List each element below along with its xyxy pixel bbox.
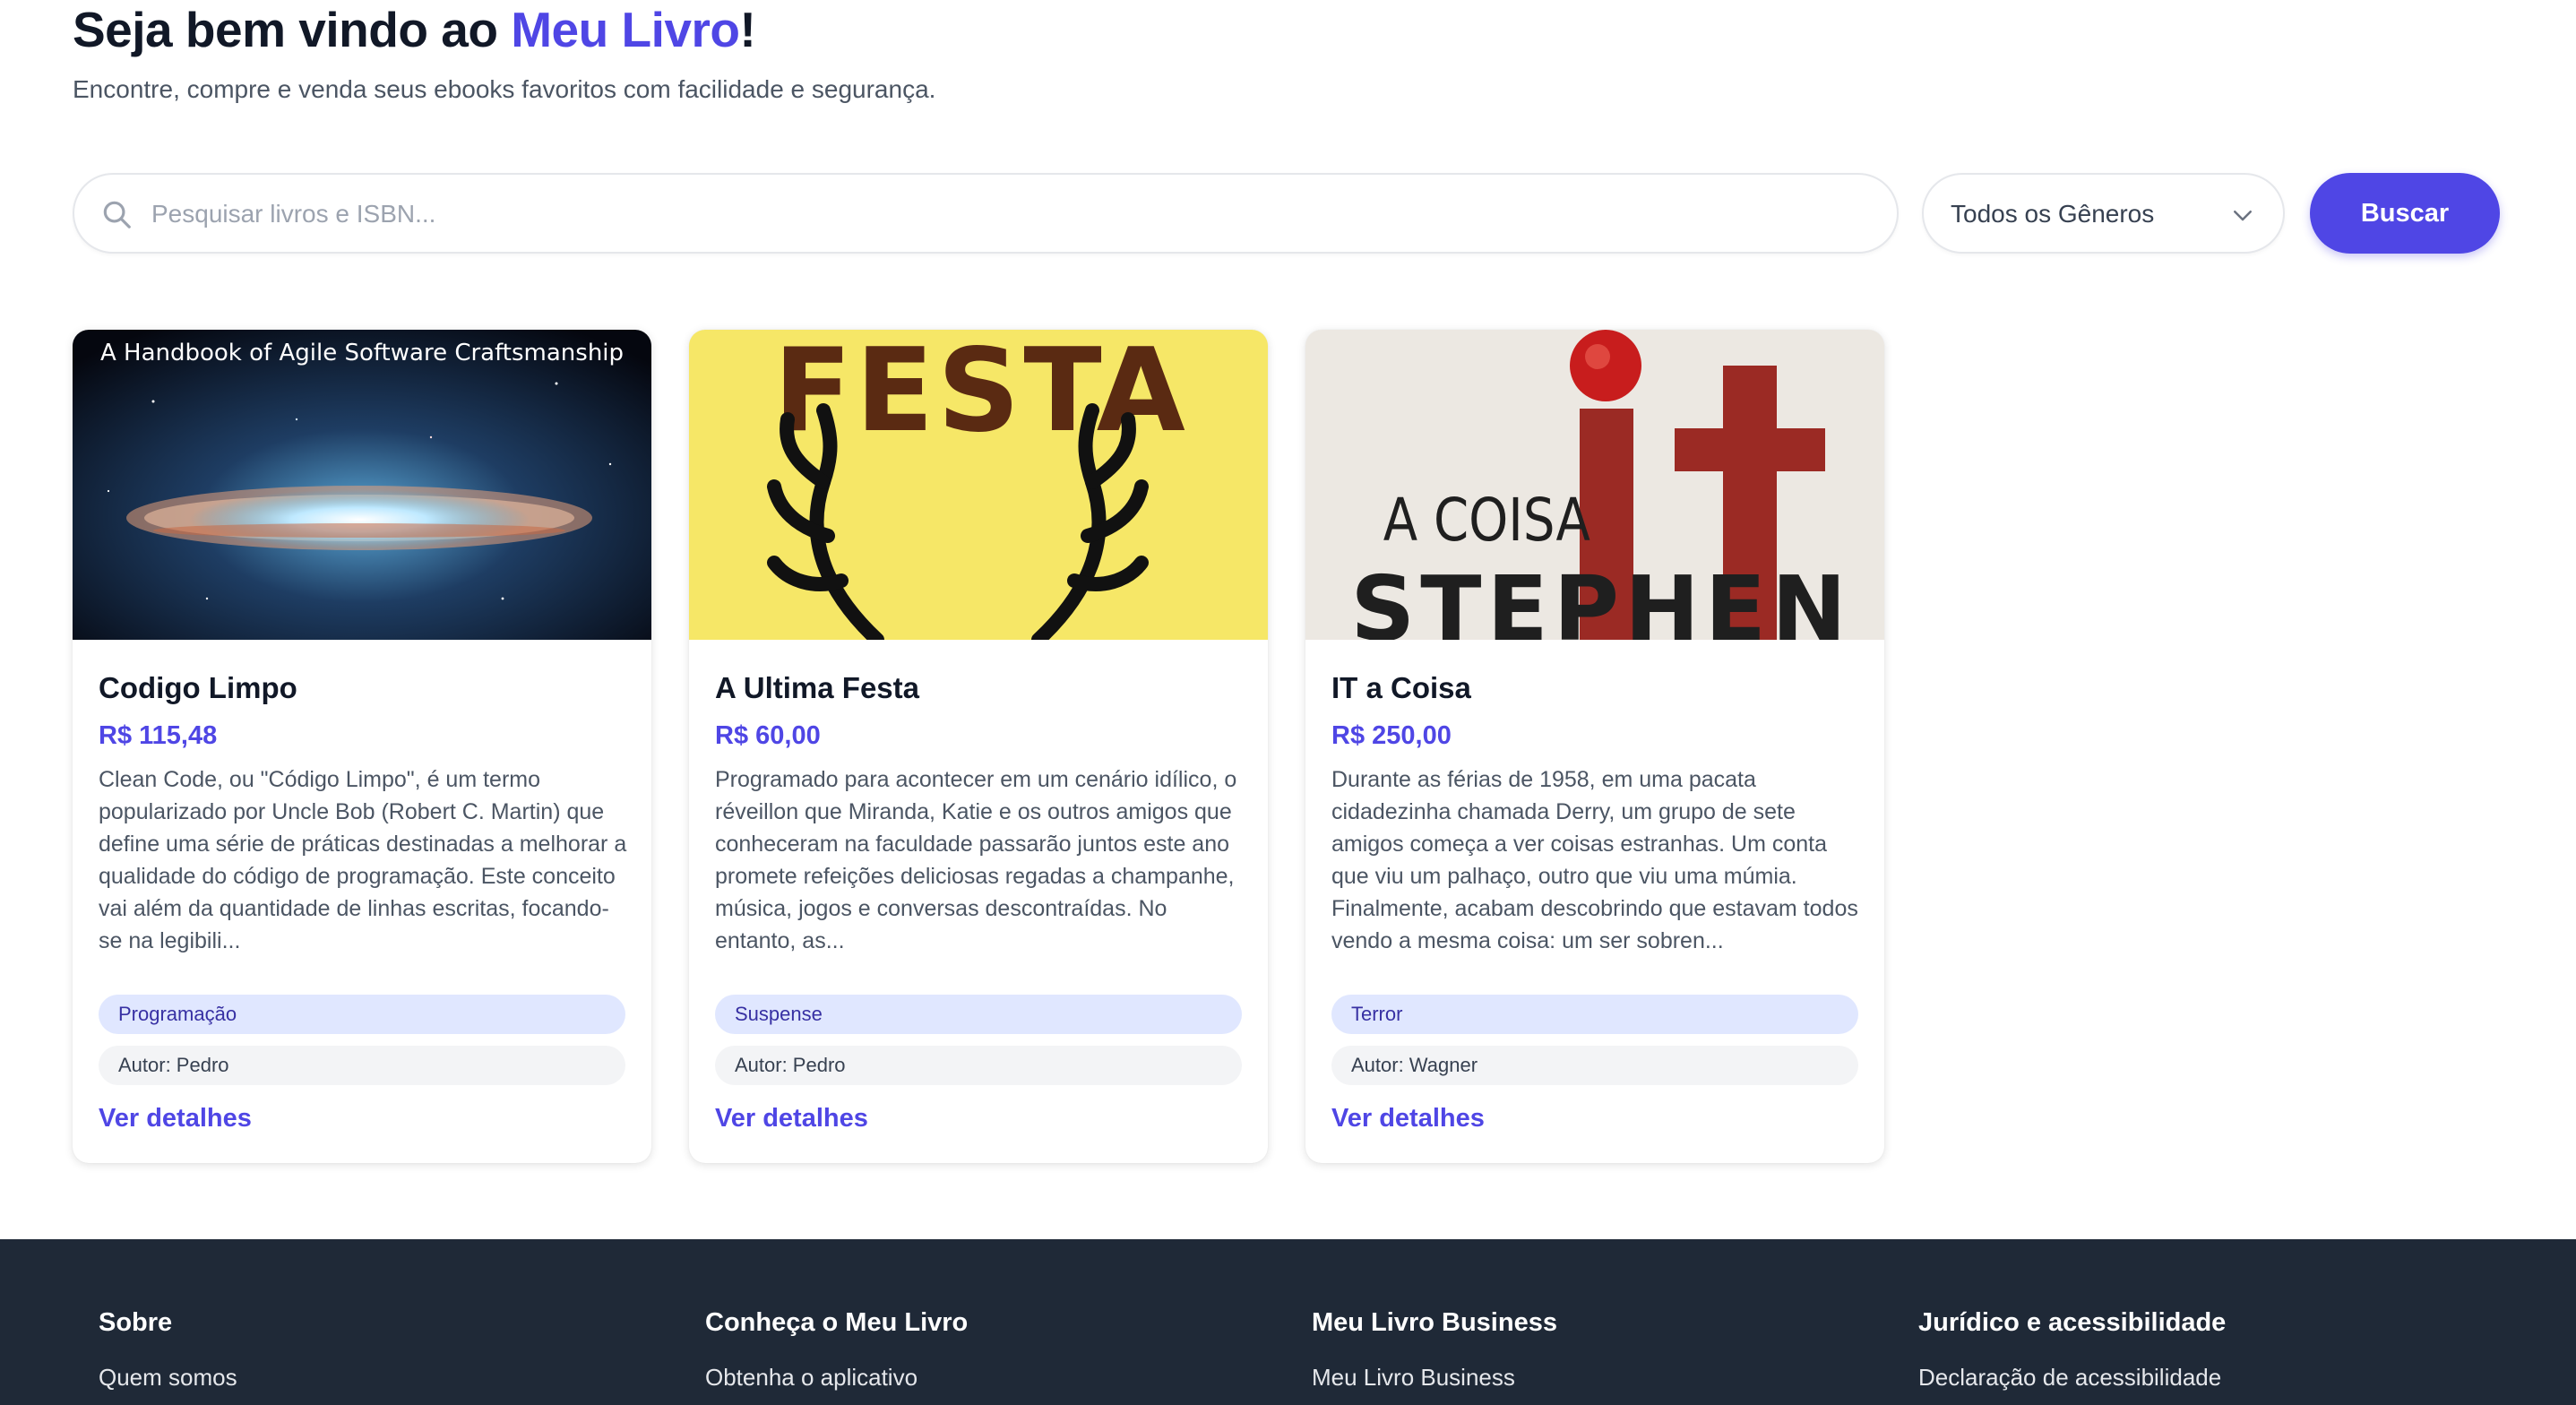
book-price: R$ 60,00 [715,721,821,750]
footer-column-sobre: Sobre Quem somos [99,1306,237,1392]
search-box[interactable] [73,173,1899,254]
footer-column-business: Meu Livro Business Meu Livro Business [1312,1306,1557,1392]
book-card: FESTA A Ultima Festa R$ 60,00 Programado… [689,330,1268,1163]
book-description: Clean Code, ou "Código Limpo", é um term… [99,767,627,953]
book-title: IT a Coisa [1331,671,1471,704]
book-title: A Ultima Festa [715,671,920,704]
details-link[interactable]: Ver detalhes [99,1102,252,1134]
footer-heading: Conheça o Meu Livro [705,1308,969,1337]
book-price: R$ 115,48 [99,721,218,750]
book-title: Codigo Limpo [99,671,297,704]
search-input[interactable] [151,193,1854,236]
search-icon [103,201,131,228]
genre-select-value: Todos os Gêneros [1951,200,2155,228]
genre-select[interactable]: Todos os Gêneros [1922,173,2285,254]
page: Seja bem vindo ao Meu Livro! Encontre, c… [0,0,2576,1405]
footer-link-obtenha-aplicativo[interactable]: Obtenha o aplicativo [705,1362,968,1392]
footer-column-juridico: Jurídico e acessibilidade Declaração de … [1918,1306,2226,1392]
author-badge: Autor: Pedro [715,1046,1242,1085]
author-badge: Autor: Wagner [1331,1046,1858,1085]
genre-badge: Suspense [715,995,1242,1034]
book-cover[interactable]: A COISA STEPHEN [1305,330,1884,640]
details-link[interactable]: Ver detalhes [715,1102,868,1134]
cover-text: A COISA [1383,487,1590,556]
book-description: Durante as férias de 1958, em uma pacata… [1331,767,1858,953]
title-prefix: Seja bem vindo ao [73,2,512,57]
footer-link-quem-somos[interactable]: Quem somos [99,1362,237,1392]
book-cover-image: FESTA [689,330,1268,640]
book-description: Programado para acontecer em um cenário … [715,767,1237,953]
author-badge: Autor: Pedro [99,1046,625,1085]
search-button[interactable]: Buscar [2310,173,2500,254]
footer-heading: Sobre [99,1308,173,1337]
book-cover[interactable]: FESTA [689,330,1268,640]
genre-badge: Programação [99,995,625,1034]
footer: Sobre Quem somos Conheça o Meu Livro Obt… [0,1239,2576,1405]
genre-badge: Terror [1331,995,1858,1034]
cover-text-author: STEPHEN [1350,556,1852,640]
footer-link-meu-livro-business[interactable]: Meu Livro Business [1312,1362,1557,1392]
footer-link-acessibilidade[interactable]: Declaração de acessibilidade [1918,1362,2226,1392]
page-title: Seja bem vindo ao Meu Livro! [73,0,756,59]
details-link[interactable]: Ver detalhes [1331,1102,1485,1134]
brand-name: Meu Livro [511,2,740,57]
footer-heading: Meu Livro Business [1312,1308,1557,1337]
footer-heading: Jurídico e acessibilidade [1918,1308,2227,1337]
book-cover-image: A COISA STEPHEN [1305,330,1884,640]
chevron-down-icon [2234,211,2252,221]
cover-text: A Handbook of Agile Software Craftsmansh… [100,340,624,366]
book-cover-image: A Handbook of Agile Software Craftsmansh… [73,330,651,640]
footer-column-conheca: Conheça o Meu Livro Obtenha o aplicativo [705,1306,968,1392]
page-subtitle: Encontre, compre e venda seus ebooks fav… [73,75,936,103]
book-cover[interactable]: A Handbook of Agile Software Craftsmansh… [73,330,651,640]
title-suffix: ! [739,2,756,57]
book-price: R$ 250,00 [1331,721,1452,750]
book-card: A COISA STEPHEN IT a Coisa R$ 250,00 Dur… [1305,330,1884,1163]
book-card: A Handbook of Agile Software Craftsmansh… [73,330,651,1163]
